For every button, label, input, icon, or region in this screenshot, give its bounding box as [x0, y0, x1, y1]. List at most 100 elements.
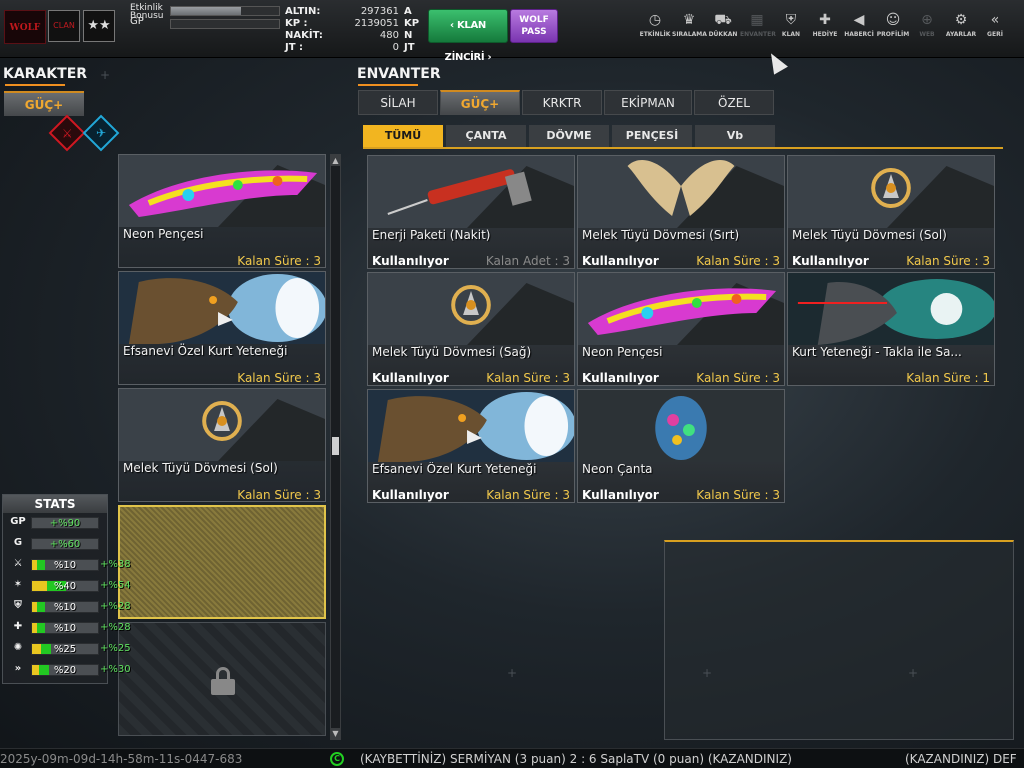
nav-stopwatch[interactable]: ◷ ETKİNLİK	[638, 10, 672, 50]
item-name: Efsanevi Özel Kurt Yeteneği	[123, 344, 288, 358]
item-in-use-status: Kullanılıyor	[372, 371, 449, 385]
nav-back[interactable]: « GERİ	[978, 10, 1012, 50]
event-bonus-row: Etkinlik Bonusu	[130, 4, 282, 21]
inventory-subtab-0[interactable]: TÜMÜ	[363, 125, 443, 147]
gp-bar	[170, 19, 280, 29]
inventory-subtab-4[interactable]: Vb	[695, 125, 775, 147]
lock-icon	[211, 667, 235, 695]
inventory-tab-2[interactable]: KRKTR	[522, 90, 602, 115]
item-detail-panel	[664, 540, 1014, 740]
nav-globe: ⊕ WEB	[910, 10, 944, 50]
character-title: KARAKTER	[3, 66, 88, 82]
attack-stat: ⚔ %10 +%38	[3, 555, 131, 576]
item-in-use-status: Kullanılıyor	[582, 371, 659, 385]
inventory-subtab-1[interactable]: ÇANTA	[446, 125, 526, 147]
inventory-item-card[interactable]: Neon Pençesi Kullanılıyor Kalan Süre : 3	[577, 272, 785, 386]
scroll-down-arrow-icon[interactable]: ▼	[331, 728, 340, 739]
stat-value: %10	[53, 623, 77, 634]
inventory-tab-0[interactable]: SİLAH	[358, 90, 438, 115]
item-remaining-time: Kalan Süre : 1	[906, 371, 990, 385]
game-logo: WOLF	[4, 10, 46, 44]
equipped-list-scrollbar[interactable]: ▲ ▼	[330, 154, 341, 740]
item-name: Efsanevi Özel Kurt Yeteneği	[372, 462, 537, 476]
stat-bar: %40	[31, 580, 99, 592]
currency-unit: A	[404, 6, 412, 17]
stat-bonus: +%54	[100, 580, 131, 591]
inventory-subtabs: TÜMÜ ÇANTA DÖVME PENÇESİ Vb	[363, 125, 778, 147]
nav-label: DÜKKAN	[708, 31, 738, 38]
cart-icon: ⛟	[714, 12, 732, 28]
nav-cart[interactable]: ⛟ DÜKKAN	[706, 10, 740, 50]
inventory-subtab-3[interactable]: PENÇESİ	[612, 125, 692, 147]
stat-bar: %10	[31, 559, 99, 571]
clan-chain-button[interactable]: ‹ KLAN ZİNCİRİ ›	[428, 9, 508, 63]
inventory-item-card[interactable]: Melek Tüyü Dövmesi (Sol) Kullanılıyor Kala…	[787, 155, 995, 269]
stat-value: %10	[53, 602, 77, 613]
stat-value: +%90	[49, 518, 81, 529]
nav-label: WEB	[919, 31, 935, 38]
nav-medal[interactable]: ♛ SIRALAMA	[672, 10, 707, 50]
equipped-slot[interactable]: Neon Pençesi Kalan Süre : 3	[118, 154, 326, 268]
nav-profile[interactable]: ☺ PROFİLİM	[876, 10, 910, 50]
stat-icon: G	[13, 537, 23, 548]
nav-shield[interactable]: ⛨ KLAN	[774, 10, 808, 50]
dash-stat: » %20 +%30	[3, 660, 131, 681]
stats-title: STATS	[3, 495, 107, 513]
wolf-pass-line1: WOLF	[519, 15, 549, 25]
rank-stars-badge[interactable]: ★★	[83, 10, 115, 42]
inventory-item-card[interactable]: Melek Tüyü Dövmesi (Sağ) Kullanılıyor Kala…	[367, 272, 575, 386]
empty-selected-slot[interactable]	[118, 505, 326, 619]
item-name: Melek Tüyü Dövmesi (Sırt)	[582, 228, 740, 242]
medal-icon: ♛	[682, 12, 696, 28]
equipped-slot[interactable]: Efsanevi Özel Kurt Yeteneği Kalan Süre :…	[118, 271, 327, 385]
item-art	[578, 156, 784, 228]
inventory-tab-4[interactable]: ÖZEL	[694, 90, 774, 115]
item-art	[119, 389, 325, 461]
profile-icon: ☺	[885, 12, 901, 28]
stat-bar: %10	[31, 622, 99, 634]
skill-stat: ✺ %25 +%25	[3, 639, 131, 660]
scroll-thumb[interactable]	[332, 437, 339, 455]
inventory-item-card[interactable]: Kurt Yeteneği - Takla ile Sa... Kalan Sür…	[787, 272, 996, 386]
currency-unit: JT	[404, 42, 415, 53]
currency-row-gold: ALTIN: 297361 A	[285, 6, 420, 18]
inventory-item-card[interactable]: Efsanevi Özel Kurt Yeteneği Kullanılıyor K…	[367, 389, 576, 503]
wolf-pass-button[interactable]: WOLF PASS	[510, 9, 558, 43]
nav-label: SIRALAMA	[672, 31, 707, 38]
character-tab-power[interactable]: GÜÇ+	[4, 91, 84, 116]
clan-badge[interactable]: CLAN	[48, 10, 80, 42]
inventory-item-card[interactable]: Melek Tüyü Dövmesi (Sırt) Kullanılıyor Kal…	[577, 155, 785, 269]
gp-row: GP	[130, 17, 282, 29]
item-in-use-status: Kullanılıyor	[582, 254, 659, 268]
runner-class-icon[interactable]: ✈	[82, 114, 120, 152]
item-art	[368, 390, 576, 462]
currency-row-cash: NAKİT: 480 N	[285, 30, 420, 42]
ticker-match-result: (KAYBETTİNİZ) SERMİYAN (3 puan) 2 : 6 Sa…	[360, 752, 792, 766]
gp-label: GP	[130, 16, 144, 27]
item-art	[788, 273, 996, 345]
currency-value: 297361	[360, 6, 399, 17]
nav-gift[interactable]: ✚ HEDİYE	[808, 10, 842, 50]
stat-value: %10	[53, 560, 77, 571]
nav-gear[interactable]: ⚙ AYARLAR	[944, 10, 978, 50]
nav-label: PROFİLİM	[876, 31, 910, 38]
stopwatch-icon: ◷	[648, 12, 662, 28]
inventory-title: ENVANTER	[357, 66, 441, 82]
scroll-up-arrow-icon[interactable]: ▲	[331, 155, 340, 166]
currency-value: 480	[379, 30, 399, 41]
currency-panel: ALTIN: 297361 A KP : 2139051 KP NAKİT: 4…	[285, 6, 420, 54]
warrior-class-icon[interactable]: ⚔	[48, 114, 86, 152]
event-bonus-fill	[171, 7, 242, 15]
inventory-item-card[interactable]: Enerji Paketi (Nakit) Kullanılıyor Kalan A…	[367, 155, 575, 269]
inventory-item-card[interactable]: Neon Çanta Kullanılıyor Kalan Süre : 3	[577, 389, 785, 503]
currency-row-kp: KP : 2139051 KP	[285, 18, 420, 30]
stat-bar: %25	[31, 643, 99, 655]
nav-megaphone[interactable]: ◀ HABERCİ	[842, 10, 876, 50]
inventory-tab-3[interactable]: EKİPMAN	[604, 90, 692, 115]
equipped-slot[interactable]: Melek Tüyü Dövmesi (Sol) Kalan Süre : 3	[118, 388, 326, 502]
stat-icon: ⛨	[14, 600, 22, 611]
inventory-tab-1[interactable]: GÜÇ+	[440, 90, 520, 115]
inventory-subtab-2[interactable]: DÖVME	[529, 125, 609, 147]
nav-label: KLAN	[781, 31, 801, 38]
item-art	[368, 273, 574, 345]
